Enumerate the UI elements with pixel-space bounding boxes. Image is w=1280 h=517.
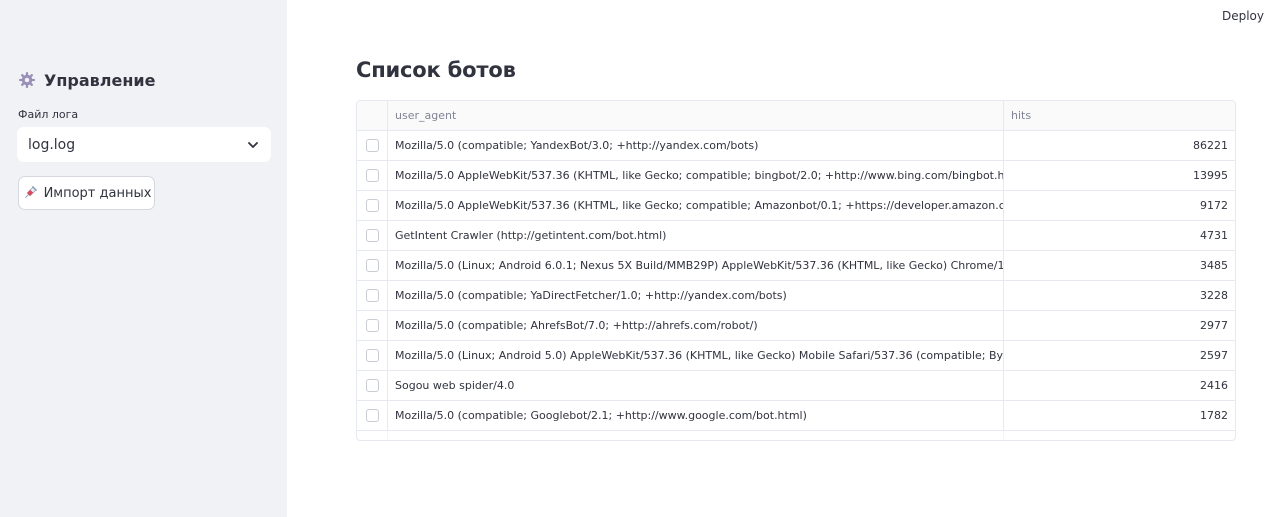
gear-icon bbox=[19, 72, 35, 88]
table-cell-hits bbox=[1004, 431, 1235, 440]
import-data-button-label: Импорт данных bbox=[43, 185, 152, 201]
syringe-icon bbox=[24, 185, 37, 198]
table-row[interactable]: Mozilla/5.0 (Linux; Android 6.0.1; Nexus… bbox=[357, 251, 1235, 281]
table-cell-hits[interactable]: 2977 bbox=[1004, 311, 1235, 340]
table-cell-user-agent[interactable]: Mozilla/5.0 (compatible; YandexBot/3.0; … bbox=[388, 131, 1004, 160]
table-cell-user-agent[interactable]: Mozilla/5.0 (compatible; Googlebot/2.1; … bbox=[388, 401, 1004, 430]
row-checkbox[interactable] bbox=[365, 139, 379, 152]
table-cell-user-agent[interactable]: Mozilla/5.0 (Linux; Android 5.0) AppleWe… bbox=[388, 341, 1004, 370]
row-select-cell bbox=[357, 311, 388, 340]
table-row[interactable]: Mozilla/5.0 AppleWebKit/537.36 (KHTML, l… bbox=[357, 191, 1235, 221]
row-select-cell bbox=[357, 371, 388, 400]
row-checkbox[interactable] bbox=[365, 259, 379, 272]
sidebar: Управление Файл лога log.log Импорт данн… bbox=[0, 0, 287, 517]
log-file-select-value: log.log bbox=[28, 136, 76, 153]
row-checkbox[interactable] bbox=[365, 289, 379, 302]
chevron-down-icon bbox=[248, 141, 258, 148]
row-checkbox[interactable] bbox=[365, 439, 379, 440]
row-checkbox[interactable] bbox=[365, 169, 379, 182]
table-cell-user-agent[interactable]: Mozilla/5.0 (Linux; Android 6.0.1; Nexus… bbox=[388, 251, 1004, 280]
table-cell-user-agent[interactable]: Mozilla/5.0 AppleWebKit/537.36 (KHTML, l… bbox=[388, 191, 1004, 220]
row-checkbox[interactable] bbox=[365, 349, 379, 362]
table-header-row: user_agent hits bbox=[357, 101, 1235, 131]
table-row[interactable]: Mozilla/5.0 (compatible; YaDirectFetcher… bbox=[357, 281, 1235, 311]
table-row[interactable]: Mozilla/5.0 (compatible; Googlebot/2.1; … bbox=[357, 401, 1235, 431]
table-row[interactable]: Mozilla/5.0 AppleWebKit/537.36 (KHTML, l… bbox=[357, 161, 1235, 191]
table-cell-user-agent[interactable]: Mozilla/5.0 AppleWebKit/537.36 (KHTML, l… bbox=[388, 161, 1004, 190]
page-title: Список ботов bbox=[356, 58, 516, 82]
import-data-button[interactable]: Импорт данных bbox=[18, 176, 155, 210]
log-file-select[interactable]: log.log bbox=[17, 127, 271, 162]
table-row[interactable]: Mozilla/5.0 (compatible; YandexBot/3.0; … bbox=[357, 131, 1235, 161]
row-select-cell bbox=[357, 281, 388, 310]
row-select-cell bbox=[357, 221, 388, 250]
column-header-user-agent[interactable]: user_agent bbox=[388, 101, 1004, 130]
table-cell-hits[interactable]: 3228 bbox=[1004, 281, 1235, 310]
row-select-cell bbox=[357, 431, 388, 440]
table-cell-user-agent[interactable]: GetIntent Crawler (http://getintent.com/… bbox=[388, 221, 1004, 250]
table-row-partial bbox=[357, 431, 1235, 440]
deploy-button[interactable]: Deploy bbox=[1222, 9, 1264, 23]
row-checkbox[interactable] bbox=[365, 229, 379, 242]
row-select-cell bbox=[357, 341, 388, 370]
sidebar-header: Управление bbox=[18, 68, 155, 92]
table-body: Mozilla/5.0 (compatible; YandexBot/3.0; … bbox=[357, 131, 1235, 431]
row-select-cell bbox=[357, 401, 388, 430]
bots-table: user_agent hits Mozilla/5.0 (compatible;… bbox=[356, 100, 1236, 441]
table-cell-user-agent[interactable]: Mozilla/5.0 (compatible; AhrefsBot/7.0; … bbox=[388, 311, 1004, 340]
table-cell-hits[interactable]: 4731 bbox=[1004, 221, 1235, 250]
header-select-cell bbox=[357, 101, 388, 130]
table-cell-hits[interactable]: 86221 bbox=[1004, 131, 1235, 160]
table-cell-user-agent bbox=[388, 431, 1004, 440]
table-row[interactable]: Mozilla/5.0 (compatible; AhrefsBot/7.0; … bbox=[357, 311, 1235, 341]
row-checkbox[interactable] bbox=[365, 409, 379, 422]
table-cell-hits[interactable]: 1782 bbox=[1004, 401, 1235, 430]
table-cell-user-agent[interactable]: Sogou web spider/4.0 bbox=[388, 371, 1004, 400]
row-checkbox[interactable] bbox=[365, 379, 379, 392]
table-row[interactable]: GetIntent Crawler (http://getintent.com/… bbox=[357, 221, 1235, 251]
sidebar-title: Управление bbox=[44, 70, 156, 90]
app-window: Управление Файл лога log.log Импорт данн… bbox=[0, 0, 1280, 517]
row-select-cell bbox=[357, 161, 388, 190]
table-cell-hits[interactable]: 2416 bbox=[1004, 371, 1235, 400]
file-select-label: Файл лога bbox=[18, 108, 79, 121]
row-select-cell bbox=[357, 251, 388, 280]
row-checkbox[interactable] bbox=[365, 319, 379, 332]
table-cell-hits[interactable]: 3485 bbox=[1004, 251, 1235, 280]
table-cell-hits[interactable]: 9172 bbox=[1004, 191, 1235, 220]
table-cell-hits[interactable]: 2597 bbox=[1004, 341, 1235, 370]
table-row[interactable]: Sogou web spider/4.0 2416 bbox=[357, 371, 1235, 401]
row-checkbox[interactable] bbox=[365, 199, 379, 212]
column-header-hits[interactable]: hits bbox=[1004, 101, 1235, 130]
row-select-cell bbox=[357, 191, 388, 220]
row-select-cell bbox=[357, 131, 388, 160]
table-row[interactable]: Mozilla/5.0 (Linux; Android 5.0) AppleWe… bbox=[357, 341, 1235, 371]
table-cell-user-agent[interactable]: Mozilla/5.0 (compatible; YaDirectFetcher… bbox=[388, 281, 1004, 310]
table-cell-hits[interactable]: 13995 bbox=[1004, 161, 1235, 190]
